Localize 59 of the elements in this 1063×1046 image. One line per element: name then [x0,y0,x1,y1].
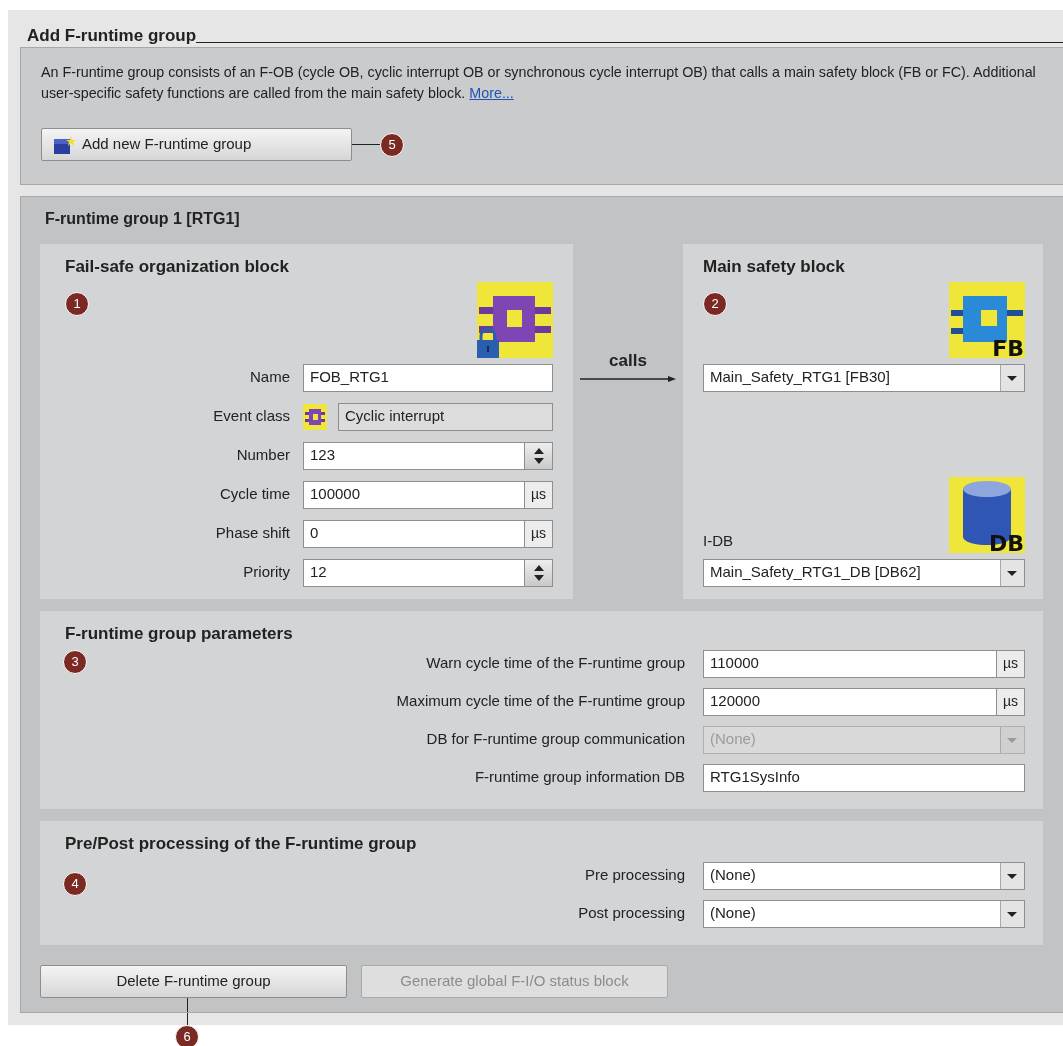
caret-icon [1000,900,1024,927]
input-field: Cyclic interrupt [338,402,553,431]
dropdown[interactable]: Main_Safety_RTG1_DB [DB62] [703,558,1025,587]
callout-badge: 3 [63,649,87,674]
input-field[interactable]: 12 [303,558,525,587]
block-icon [303,402,327,431]
unit-label: µs [524,519,553,548]
new-block-icon [54,135,76,154]
unit-label: µs [524,480,553,509]
unit-label: µs [996,649,1025,678]
button[interactable]: Delete F-runtime group [40,965,347,998]
calls-label: calls [609,350,647,372]
spin-button[interactable] [525,441,553,470]
field-label: DB for F-runtime group communication [425,729,685,750]
field-label: Warn cycle time of the F-runtime group [425,653,685,674]
input-field[interactable]: 100000 [303,480,525,509]
caret-icon [1000,559,1024,586]
caret-icon [1000,726,1024,753]
input-field[interactable]: 110000 [703,649,997,678]
callout-badge: 6 [175,1025,199,1046]
section-heading: F-runtime group parameters [65,623,294,645]
section-heading: Fail-safe organization block [65,256,290,278]
unit-label: µs [996,687,1025,716]
dropdown[interactable]: (None) [703,861,1025,890]
idb-label: I-DB [703,531,733,551]
field-label: Number [235,445,290,466]
field-label: Pre processing [583,865,685,886]
field-label: Name [249,367,290,388]
add-group-button[interactable]: Add new F-runtime group [41,128,352,161]
field-label: Event class [212,406,290,427]
field-label: Maximum cycle time of the F-runtime group [395,691,685,712]
field-label: Post processing [577,903,685,924]
input-field[interactable]: 123 [303,441,525,470]
caret-icon [1000,862,1024,889]
page-title: Add F-runtime group [26,25,197,46]
locked-block-icon [477,281,553,358]
field-label: Phase shift [214,523,290,544]
input-field[interactable]: 120000 [703,687,997,716]
field-label: Priority [242,562,290,583]
field-label: F-runtime group information DB [473,767,685,788]
section-heading: Main safety block [703,256,846,278]
spin-button[interactable] [525,558,553,587]
input-field[interactable]: RTG1SysInfo [703,763,1025,792]
input-field[interactable]: FOB_RTG1 [303,363,553,392]
callout-badge: 5 [380,132,404,157]
description-text: An F-runtime group consists of an F-OB (cycle OB, cyclic interrupt OB or synchronous cycle interrupt OB) that calls a main safety block (FB or FC). Additional user-specific safety functions are called from the main safety block. More... [41,63,1037,103]
more-link[interactable]: More... [469,85,514,101]
dropdown[interactable]: (None) [703,899,1025,928]
db-icon: DB [949,476,1025,553]
callout-badge: 4 [63,871,87,896]
callout-badge: 2 [703,291,727,316]
section-heading: Pre/Post processing of the F-runtime group [65,833,418,855]
callout-badge: 1 [65,291,89,316]
caret-icon [1000,364,1024,391]
field-label: Cycle time [219,484,290,505]
input-field[interactable]: 0 [303,519,525,548]
group-title: F-runtime group 1 [RTG1] [44,209,241,229]
dropdown[interactable]: Main_Safety_RTG1 [FB30] [703,363,1025,392]
fb-block-icon: FB [949,281,1025,358]
